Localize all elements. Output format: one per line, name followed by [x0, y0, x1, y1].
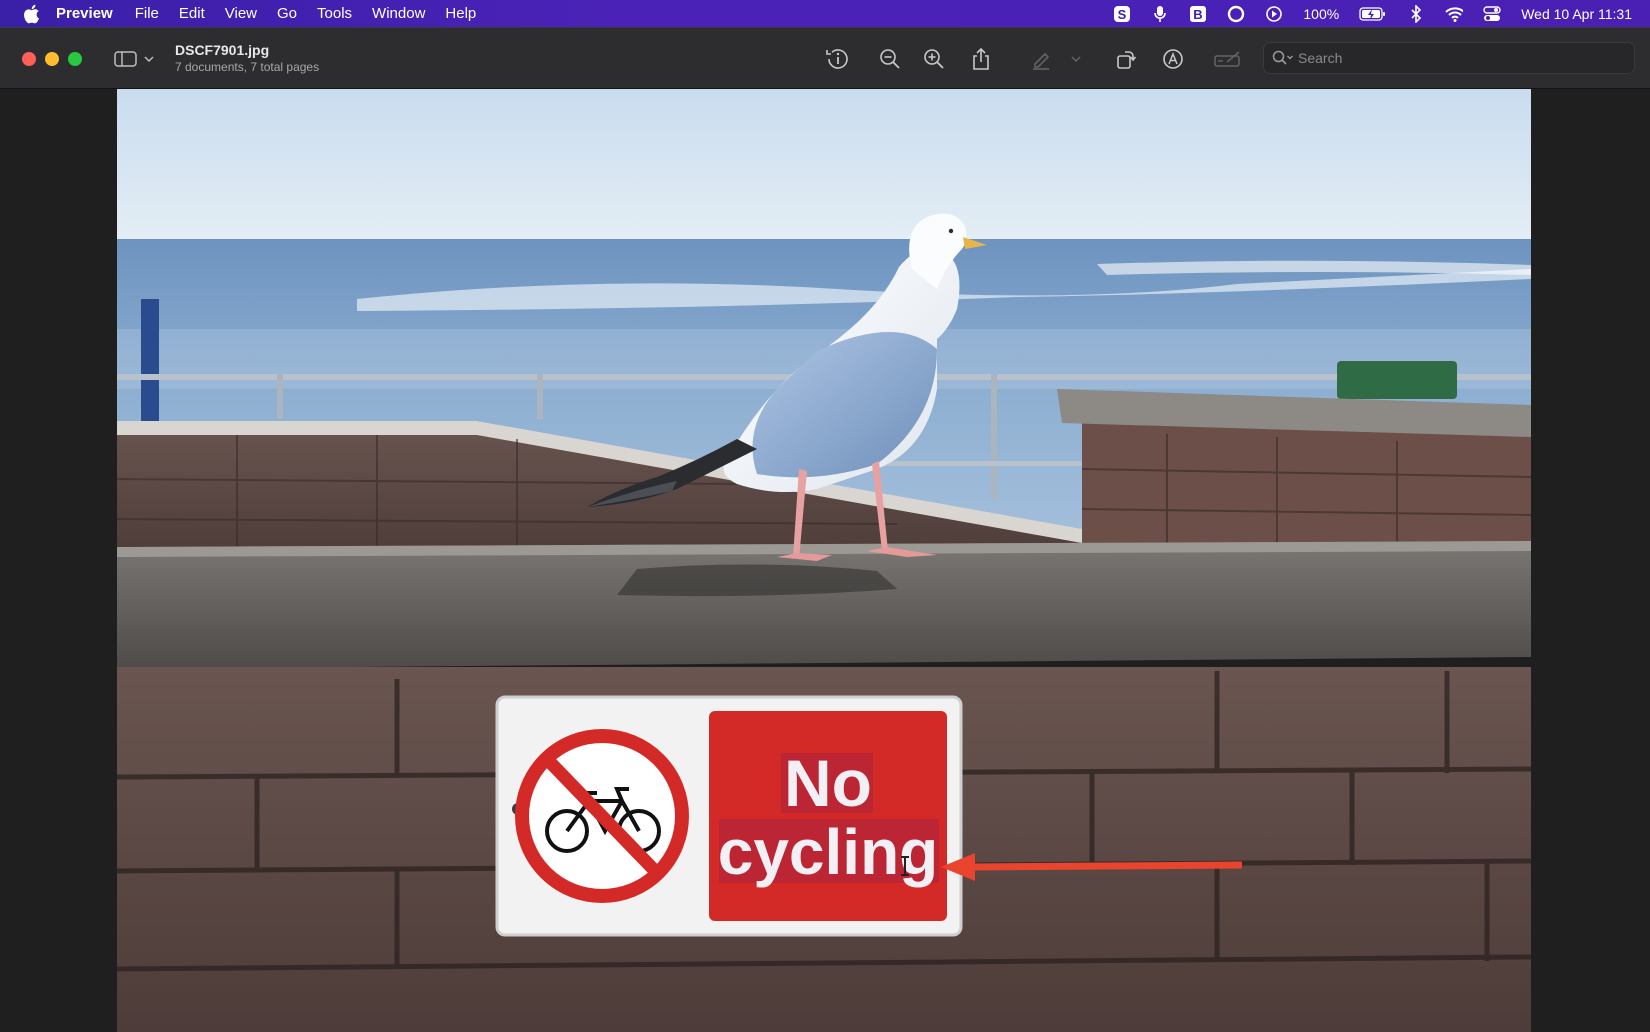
- microphone-icon[interactable]: [1151, 5, 1169, 23]
- form-filling-button[interactable]: [1213, 46, 1243, 72]
- search-icon: [1272, 50, 1294, 66]
- document-title: DSCF7901.jpg: [175, 42, 270, 58]
- window-toolbar: DSCF7901.jpg 7 documents, 7 total pages: [0, 28, 1650, 89]
- zoom-in-icon: [924, 49, 944, 69]
- chevron-down-icon: [144, 56, 154, 63]
- skype-icon[interactable]: S: [1113, 5, 1131, 23]
- get-info-button[interactable]: [825, 46, 851, 72]
- markup-pen-icon: [1163, 49, 1183, 69]
- markup-button[interactable]: [1160, 46, 1186, 72]
- menubar-clock[interactable]: Wed 10 Apr 11:31: [1521, 6, 1632, 22]
- menu-edit[interactable]: Edit: [179, 5, 205, 22]
- wifi-icon[interactable]: [1445, 5, 1464, 23]
- highlight-button[interactable]: [1028, 46, 1054, 72]
- share-icon: [973, 47, 989, 70]
- sign-text-no: No: [784, 746, 872, 820]
- svg-text:B: B: [1194, 7, 1203, 22]
- bartender-icon[interactable]: B: [1189, 5, 1207, 23]
- circle-status-icon[interactable]: [1227, 5, 1245, 23]
- zoom-window-button[interactable]: [68, 52, 82, 66]
- sidebar-icon: [114, 51, 137, 67]
- rotate-icon: [1117, 51, 1137, 69]
- menu-window[interactable]: Window: [372, 5, 425, 22]
- minimize-window-button[interactable]: [45, 52, 59, 66]
- zoom-in-button[interactable]: [921, 46, 947, 72]
- sidebar-toggle-button[interactable]: [114, 48, 160, 70]
- menu-bar: Preview File Edit View Go Tools Window H…: [0, 0, 1650, 27]
- highlighter-icon: [1033, 52, 1050, 70]
- document-title-block[interactable]: DSCF7901.jpg 7 documents, 7 total pages: [175, 42, 319, 74]
- document-canvas[interactable]: No cycling: [0, 89, 1650, 1032]
- battery-charging-icon[interactable]: [1359, 5, 1387, 23]
- zoom-out-icon: [880, 49, 900, 69]
- menu-app-preview[interactable]: Preview: [56, 5, 113, 22]
- chevron-down-icon: [1071, 56, 1081, 63]
- bluetooth-icon[interactable]: [1407, 4, 1425, 23]
- apple-menu-icon[interactable]: [22, 4, 42, 24]
- close-window-button[interactable]: [22, 52, 36, 66]
- svg-text:S: S: [1118, 7, 1127, 22]
- share-button[interactable]: [968, 46, 994, 72]
- photo-image: No cycling: [117, 89, 1531, 1032]
- zoom-out-button[interactable]: [877, 46, 903, 72]
- rotate-button[interactable]: [1113, 46, 1139, 72]
- document-subtitle: 7 documents, 7 total pages: [175, 60, 320, 74]
- play-circle-icon[interactable]: [1265, 5, 1283, 23]
- highlight-menu-button[interactable]: [1068, 46, 1084, 72]
- control-center-icon[interactable]: [1483, 5, 1501, 23]
- preview-window: DSCF7901.jpg 7 documents, 7 total pages: [0, 27, 1650, 1032]
- menu-go[interactable]: Go: [277, 5, 297, 22]
- battery-percent: 100%: [1303, 5, 1340, 22]
- info-icon: [826, 49, 848, 69]
- no-cycling-sign: No cycling: [495, 695, 963, 937]
- menu-view[interactable]: View: [225, 5, 257, 22]
- search-input[interactable]: [1298, 50, 1618, 66]
- menu-help[interactable]: Help: [445, 5, 476, 22]
- form-fill-icon: [1214, 51, 1240, 67]
- search-field[interactable]: [1263, 42, 1635, 74]
- sign-text-cycling: cycling: [718, 816, 939, 888]
- menu-tools[interactable]: Tools: [317, 5, 352, 22]
- menu-file[interactable]: File: [135, 5, 159, 22]
